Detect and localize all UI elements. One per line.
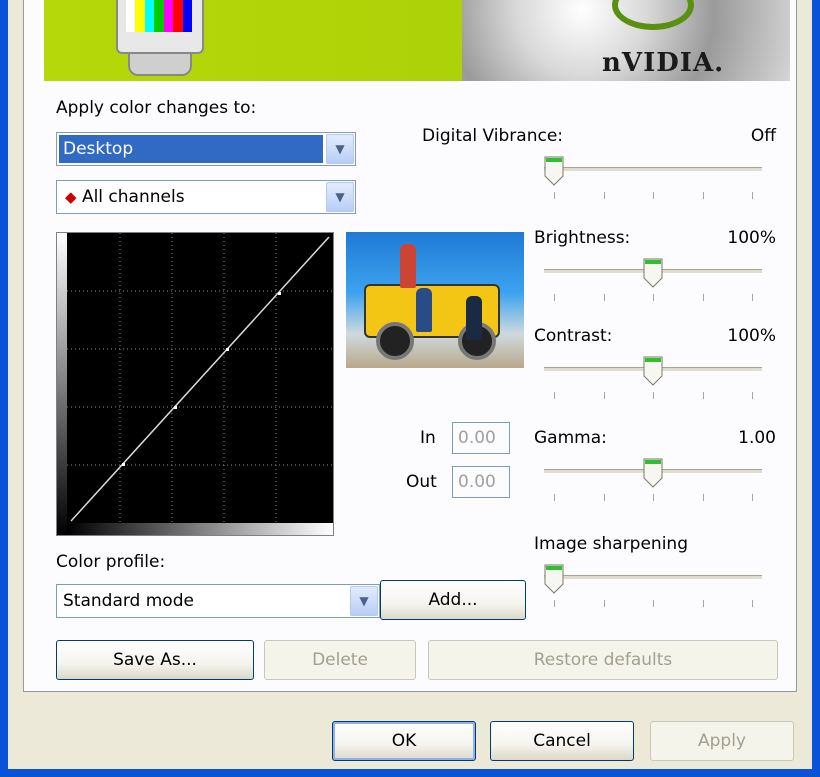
target-combo-value: Desktop	[59, 135, 323, 163]
slider-label-4: Image sharpening	[534, 534, 688, 554]
slider-thumb[interactable]	[544, 564, 564, 594]
nvidia-eye-icon	[612, 0, 694, 30]
channel-combo-value: All channels	[81, 187, 185, 207]
slider-thumb[interactable]	[643, 458, 663, 488]
nvidia-logo: nVIDIA.	[602, 48, 725, 78]
slider-thumb[interactable]	[643, 258, 663, 288]
ok-button[interactable]: OK	[332, 721, 476, 761]
slider-label-0: Digital Vibrance:	[422, 126, 564, 146]
slider-4[interactable]	[544, 564, 762, 614]
chevron-down-icon[interactable]: ▼	[326, 182, 354, 212]
slider-2[interactable]	[544, 356, 762, 406]
slider-1[interactable]	[544, 258, 762, 308]
add-button[interactable]: Add...	[380, 580, 526, 620]
out-label: Out	[406, 472, 437, 492]
in-label: In	[420, 428, 436, 448]
in-input[interactable]: 0.00	[452, 422, 510, 454]
rgb-channels-icon: ◆	[65, 188, 77, 206]
cancel-button[interactable]: Cancel	[490, 721, 634, 761]
tab-panel: nVIDIA. Apply color changes to: Desktop …	[23, 0, 797, 692]
restore-defaults-button[interactable]: Restore defaults	[428, 640, 778, 680]
dialog-body: nVIDIA. Apply color changes to: Desktop …	[8, 0, 812, 769]
color-profile-value: Standard mode	[63, 591, 194, 611]
slider-label-3: Gamma:	[534, 428, 607, 448]
slider-thumb[interactable]	[643, 356, 663, 386]
slider-0[interactable]	[544, 156, 762, 206]
monitor-stand	[128, 52, 192, 76]
window-right-border	[812, 0, 820, 777]
horizontal-gradient	[67, 523, 333, 535]
slider-value-1: 100%	[727, 228, 776, 248]
banner: nVIDIA.	[44, 0, 790, 81]
preview-photo	[346, 232, 524, 368]
slider-thumb[interactable]	[544, 156, 564, 186]
channel-combo[interactable]: ◆ All channels ▼	[56, 180, 356, 214]
chevron-down-icon[interactable]: ▼	[350, 586, 378, 616]
slider-track[interactable]	[544, 167, 762, 172]
slider-label-2: Contrast:	[534, 326, 613, 346]
window-bottom-border	[0, 769, 820, 777]
slider-label-1: Brightness:	[534, 228, 631, 248]
slider-3[interactable]	[544, 458, 762, 508]
nvidia-logo-area: nVIDIA.	[462, 0, 790, 81]
slider-value-3: 1.00	[738, 428, 776, 448]
curve-svg	[57, 233, 333, 535]
curve-points[interactable]	[122, 292, 281, 466]
delete-button[interactable]: Delete	[264, 640, 416, 680]
color-curve-graph[interactable]	[56, 232, 334, 536]
vertical-gradient	[57, 233, 67, 535]
chevron-down-icon[interactable]: ▼	[326, 134, 354, 164]
slider-value-0: Off	[750, 126, 776, 146]
curve-line[interactable]	[70, 236, 330, 522]
color-profile-label: Color profile:	[56, 552, 166, 572]
apply-button[interactable]: Apply	[650, 721, 794, 761]
monitor-icon	[116, 0, 204, 54]
out-input[interactable]: 0.00	[452, 466, 510, 498]
slider-value-2: 100%	[727, 326, 776, 346]
color-profile-combo[interactable]: Standard mode ▼	[56, 584, 380, 618]
apply-color-label: Apply color changes to:	[56, 98, 257, 118]
target-combo[interactable]: Desktop ▼	[56, 132, 356, 166]
save-as-button[interactable]: Save As...	[56, 640, 254, 680]
slider-track[interactable]	[544, 575, 762, 580]
